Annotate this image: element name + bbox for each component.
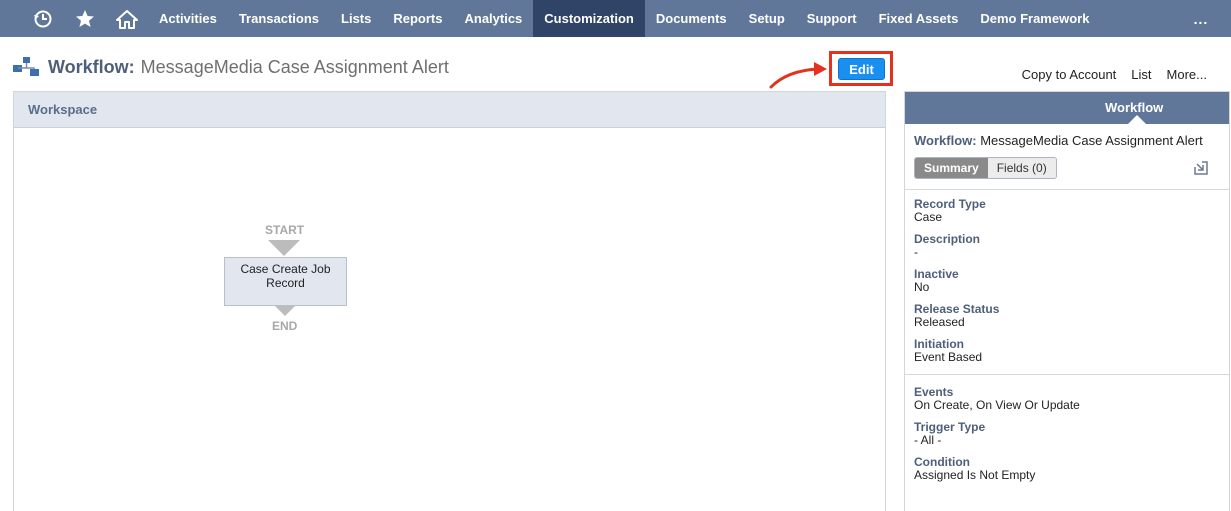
field-value: Assigned Is Not Empty [914,468,1036,482]
field-label: Description [914,232,981,246]
home-icon[interactable] [106,0,148,37]
nav-reports[interactable]: Reports [382,0,453,37]
workflow-icon [13,57,39,76]
more-link[interactable]: More... [1167,67,1207,82]
recent-history-icon[interactable] [22,0,64,37]
panel-tab-notch [1128,115,1146,124]
field-release-status: Release Status Released [914,303,999,329]
field-value: - [914,245,918,259]
workspace-header: Workspace [14,92,885,128]
field-trigger-type: Trigger Type - All - [914,421,985,447]
panel-subtabs: Summary Fields (0) [914,157,1057,179]
start-label: START [265,223,305,237]
page-title-label: Workflow: [48,56,135,77]
nav-demo-framework[interactable]: Demo Framework [969,0,1100,37]
panel-divider [905,374,1229,375]
field-value: - All - [914,433,942,447]
panel-divider [905,189,1229,190]
header-links: Copy to Account List More... [1022,67,1207,82]
panel-title-name: MessageMedia Case Assignment Alert [980,133,1203,148]
tab-summary[interactable]: Summary [915,158,988,178]
end-arrow [275,306,295,316]
page-title-name: MessageMedia Case Assignment Alert [140,56,449,77]
edit-button[interactable]: Edit [838,58,885,80]
page-title: Workflow: MessageMedia Case Assignment A… [12,55,449,79]
end-label: END [272,319,298,333]
nav-support[interactable]: Support [796,0,868,37]
nav-analytics[interactable]: Analytics [453,0,533,37]
field-value: Event Based [914,350,983,364]
nav-transactions[interactable]: Transactions [228,0,330,37]
nav-more-button[interactable]: ... [1171,0,1231,37]
field-value: Case [914,210,943,224]
field-description: Description - [914,233,980,259]
nav-activities[interactable]: Activities [148,0,228,37]
workflow-state[interactable]: Case Create Job Record [224,257,347,306]
field-events: Events On Create, On View Or Update [914,386,1080,412]
copy-to-account-link[interactable]: Copy to Account [1022,67,1117,82]
panel-tab-workflow[interactable]: Workflow [1105,100,1163,115]
star-icon[interactable] [64,0,106,37]
start-arrow [268,240,300,256]
nav-customization[interactable]: Customization [533,0,645,37]
field-value: On Create, On View Or Update [914,398,1080,412]
nav-documents[interactable]: Documents [645,0,738,37]
panel-title-label: Workflow: [914,133,977,148]
list-link[interactable]: List [1131,67,1151,82]
top-navigation: Activities Transactions Lists Reports An… [0,0,1231,37]
field-initiation: Initiation Event Based [914,338,982,364]
nav-fixed-assets[interactable]: Fixed Assets [868,0,970,37]
workspace-panel: Workspace START Case Create Job Record E… [13,91,886,511]
field-value: No [914,280,930,294]
nav-lists[interactable]: Lists [330,0,382,37]
field-condition: Condition Assigned Is Not Empty [914,456,1035,482]
panel-header: Workflow [905,92,1229,124]
panel-title: Workflow: MessageMedia Case Assignment A… [905,124,1229,148]
annotation-arrow [769,62,827,89]
tab-fields[interactable]: Fields (0) [987,158,1056,178]
field-inactive: Inactive No [914,268,959,294]
field-value: Released [914,315,965,329]
field-record-type: Record Type Case [914,198,986,224]
expand-icon[interactable] [1193,160,1209,176]
nav-setup[interactable]: Setup [738,0,796,37]
workflow-details-panel: Workflow Workflow: MessageMedia Case Ass… [904,91,1230,511]
